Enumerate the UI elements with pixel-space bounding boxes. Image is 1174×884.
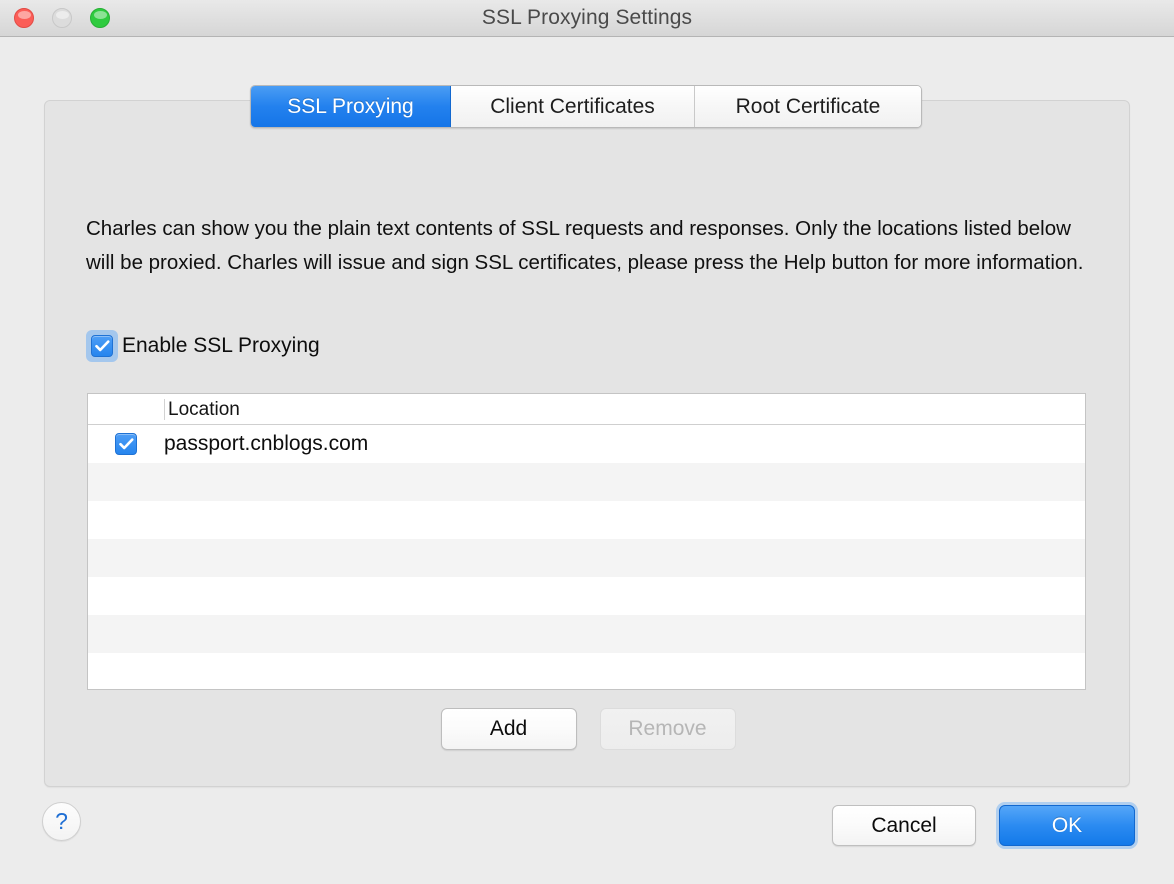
row-checkmark-icon[interactable] (115, 433, 137, 455)
enable-ssl-proxying-checkbox[interactable] (86, 330, 118, 362)
column-header-location[interactable]: Location (168, 394, 240, 425)
table-row[interactable] (88, 501, 1085, 539)
table-row[interactable] (88, 615, 1085, 653)
dialog-content: Charles can show you the plain text cont… (0, 37, 1174, 884)
locations-table[interactable]: Location passport.cnblogs.com (87, 393, 1086, 690)
table-row[interactable] (88, 463, 1085, 501)
remove-button: Remove (599, 708, 736, 750)
cancel-button[interactable]: Cancel (832, 805, 976, 846)
help-button[interactable]: ? (42, 802, 81, 841)
table-row[interactable] (88, 653, 1085, 689)
enable-ssl-proxying-row[interactable]: Enable SSL Proxying (86, 330, 320, 362)
row-location-label: passport.cnblogs.com (164, 432, 369, 455)
ok-button[interactable]: OK (999, 805, 1135, 846)
tab-ssl-proxying[interactable]: SSL Proxying (251, 86, 451, 127)
table-row[interactable]: passport.cnblogs.com (88, 425, 1085, 463)
table-header-row: Location (88, 394, 1085, 425)
description-text: Charles can show you the plain text cont… (86, 217, 1084, 274)
window-titlebar: SSL Proxying Settings (0, 0, 1174, 37)
column-divider (164, 399, 165, 420)
enable-ssl-proxying-label: Enable SSL Proxying (122, 334, 320, 357)
tab-bar: SSL Proxying Client Certificates Root Cert… (250, 85, 922, 128)
row-checkbox-cell[interactable] (88, 433, 164, 455)
table-row[interactable] (88, 577, 1085, 615)
list-action-buttons: Add Remove (45, 708, 1131, 750)
tab-root-certificate[interactable]: Root Certificate (695, 86, 921, 127)
tab-panel: Charles can show you the plain text cont… (44, 100, 1130, 787)
ok-button-focus-ring: OK (996, 802, 1138, 849)
table-row[interactable] (88, 539, 1085, 577)
tab-client-certificates[interactable]: Client Certificates (451, 86, 695, 127)
add-button[interactable]: Add (440, 708, 577, 750)
ssl-proxying-settings-window: SSL Proxying Settings Charles can show y… (0, 0, 1174, 884)
checkmark-icon (91, 335, 113, 357)
footer-buttons: Cancel OK (832, 802, 1138, 849)
window-title: SSL Proxying Settings (481, 6, 693, 29)
